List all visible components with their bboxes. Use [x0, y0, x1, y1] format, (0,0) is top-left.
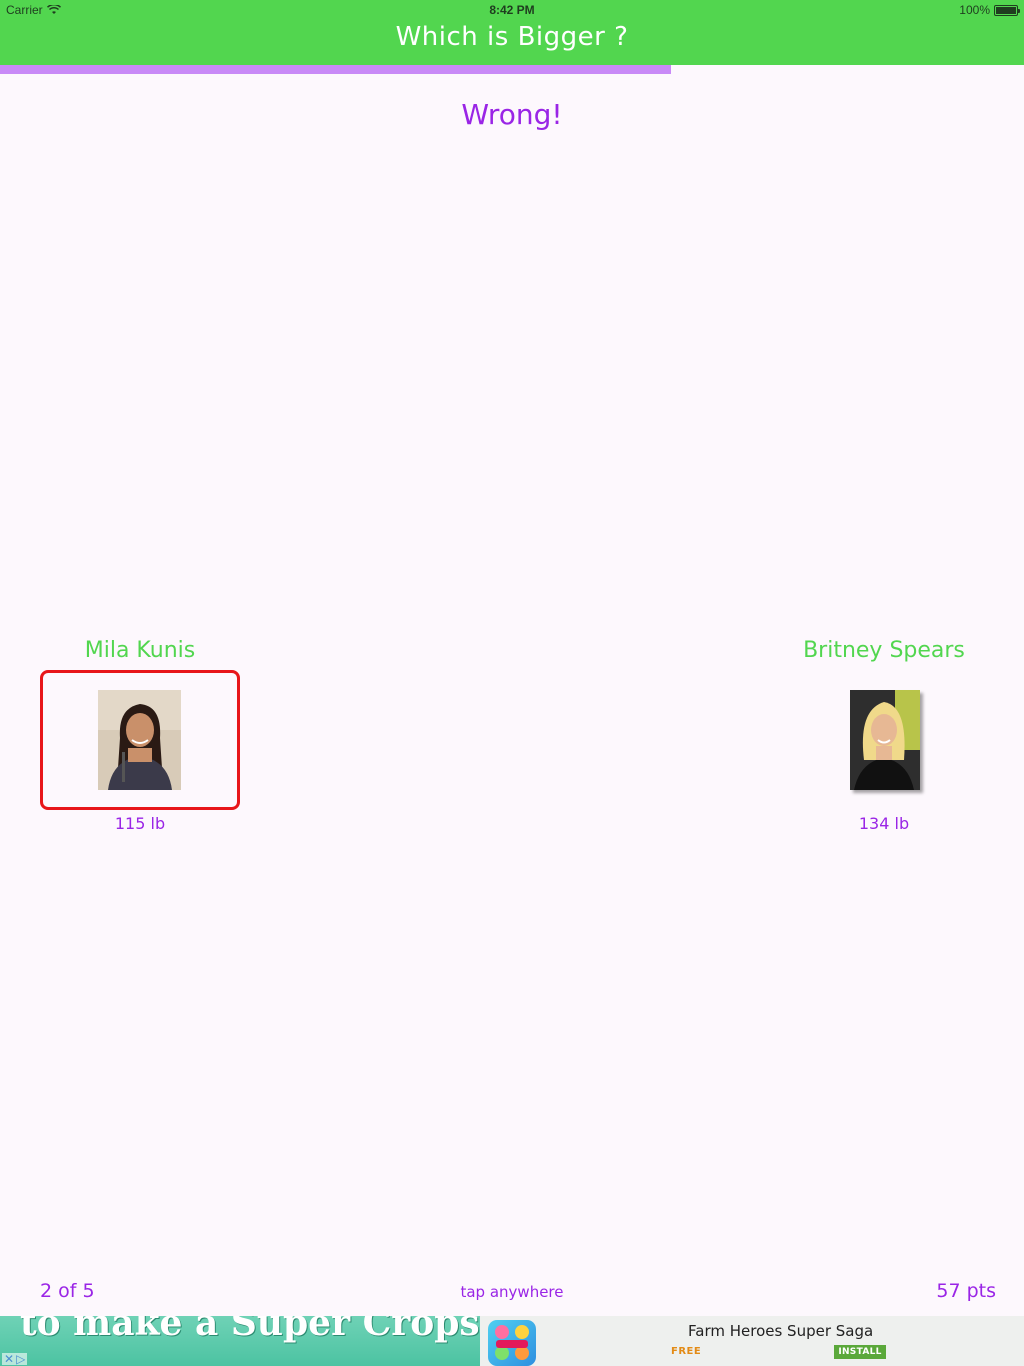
battery-percent: 100% — [959, 3, 990, 17]
quiz-progress-bar — [0, 65, 1024, 74]
left-celebrity-name: Mila Kunis — [84, 638, 196, 663]
right-celebrity-photo[interactable] — [850, 690, 920, 790]
status-battery: 100% — [959, 3, 1020, 17]
ad-creative[interactable]: to make a Super Cropsie ✕ ▷ — [0, 1316, 480, 1366]
ad-price: FREE — [671, 1346, 702, 1357]
ad-banner[interactable]: to make a Super Cropsie ✕ ▷ Farm Heroes … — [0, 1316, 1024, 1366]
app-header: Carrier 8:42 PM 100% Which is Bigger ? — [0, 0, 1024, 65]
quiz-progress-fill — [0, 65, 671, 74]
page-title: Which is Bigger ? — [395, 22, 629, 52]
left-celebrity-weight: 115 lb — [114, 814, 166, 833]
ad-choices-icon[interactable]: ▷ — [16, 1353, 25, 1365]
battery-icon — [994, 4, 1020, 16]
status-time: 8:42 PM — [489, 3, 535, 17]
ad-choices[interactable]: ✕ ▷ — [2, 1353, 28, 1365]
install-button[interactable]: INSTALL — [834, 1345, 886, 1359]
ad-app-name: Farm Heroes Super Saga — [688, 1322, 874, 1340]
portrait-image — [850, 690, 920, 790]
tap-anywhere-hint[interactable]: tap anywhere — [0, 1283, 1024, 1301]
close-icon[interactable]: ✕ — [4, 1353, 14, 1365]
result-label: Wrong! — [461, 98, 563, 131]
left-celebrity-photo[interactable] — [98, 690, 181, 790]
ad-banner-text: to make a Super Cropsie — [20, 1316, 480, 1344]
portrait-image — [98, 690, 181, 790]
app-icon[interactable] — [488, 1320, 536, 1366]
right-celebrity-weight: 134 lb — [858, 814, 910, 833]
points-score: 57 pts — [936, 1280, 996, 1302]
right-celebrity-name: Britney Spears — [803, 638, 965, 663]
